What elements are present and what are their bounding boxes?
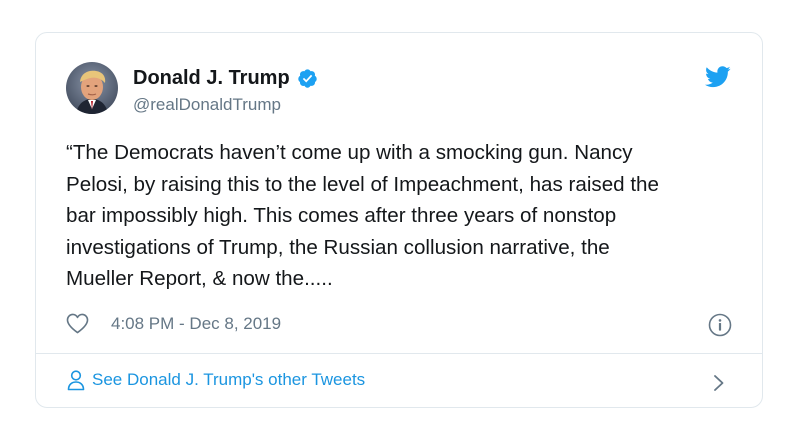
tweet-timestamp[interactable]: 4:08 PM - Dec 8, 2019 [111,314,281,334]
heart-icon[interactable] [66,313,89,334]
avatar[interactable] [66,62,118,114]
other-tweets-link[interactable]: See Donald J. Trump's other Tweets [66,369,365,391]
chevron-right-icon[interactable] [712,373,726,393]
profile-photo-icon [66,62,118,114]
tweet-card: Donald J. Trump @realDonaldTrump “The De… [35,32,763,408]
divider [36,353,762,354]
author-name-row[interactable]: Donald J. Trump [133,66,318,90]
tweet-text: “The Democrats haven’t come up with a sm… [66,141,659,290]
author-name[interactable]: Donald J. Trump [133,66,290,90]
tweet-meta-row: 4:08 PM - Dec 8, 2019 [66,313,281,334]
person-icon [66,369,86,391]
info-icon[interactable] [708,313,732,337]
verified-badge-icon [297,68,318,89]
author-handle[interactable]: @realDonaldTrump [133,95,281,115]
other-tweets-label[interactable]: See Donald J. Trump's other Tweets [92,370,365,390]
twitter-bird-icon[interactable] [705,66,731,88]
